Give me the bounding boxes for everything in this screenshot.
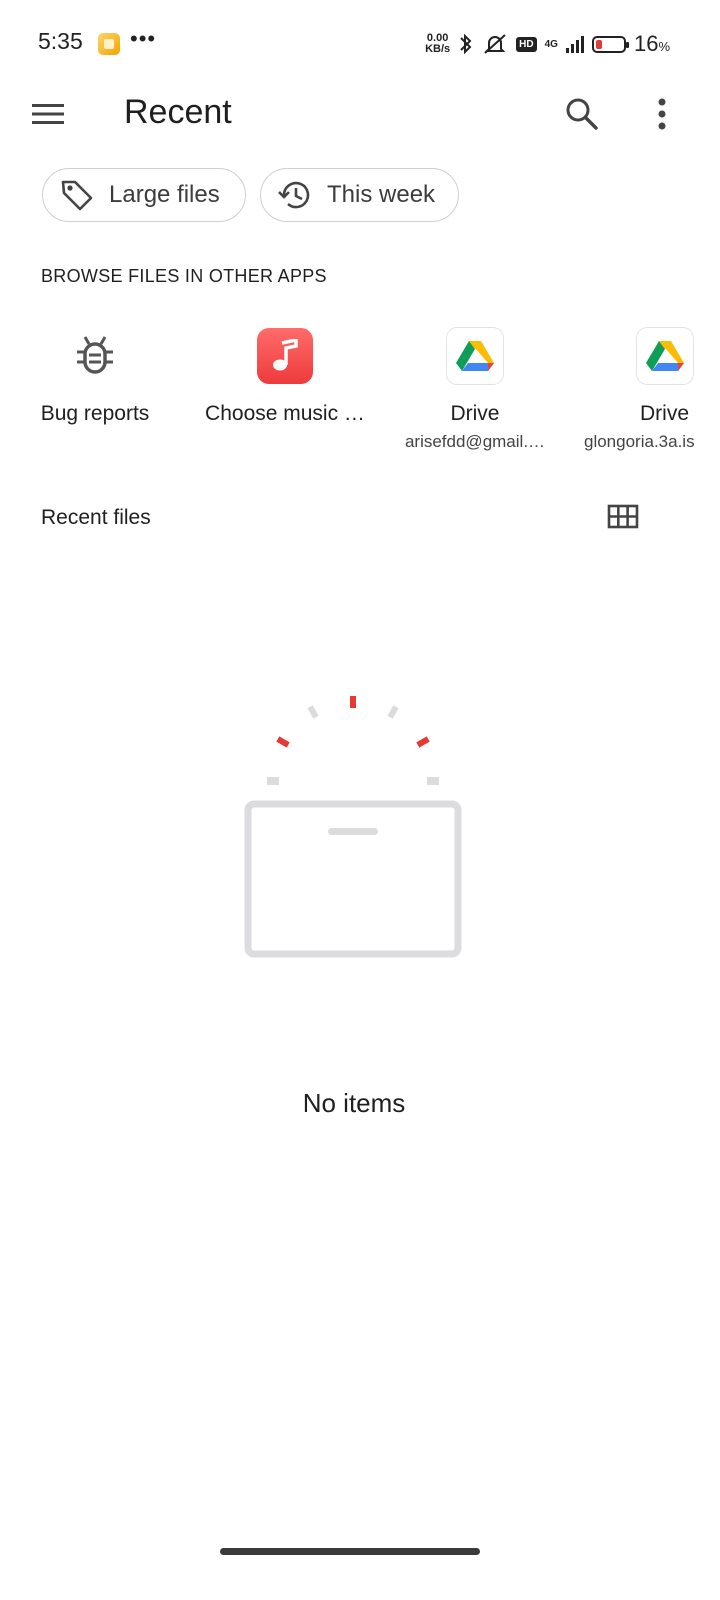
app-label: Choose music … <box>205 402 365 425</box>
battery-percent: 16% <box>634 31 670 57</box>
network-speed: 0.00 KB/s <box>425 33 450 55</box>
choose-music-shortcut[interactable]: Choose music … <box>190 328 380 426</box>
music-note-icon <box>257 328 313 384</box>
google-drive-icon <box>637 328 693 384</box>
notification-more-icon: ••• <box>130 26 157 51</box>
this-week-chip[interactable]: This week <box>260 168 459 222</box>
page-title: Recent <box>124 93 232 131</box>
battery-icon <box>591 35 629 53</box>
browse-section-title: BROWSE FILES IN OTHER APPS <box>41 266 327 286</box>
app-label: Drive <box>640 402 690 425</box>
large-files-chip[interactable]: Large files <box>42 168 246 222</box>
this-week-chip-label: This week <box>327 181 436 208</box>
menu-icon[interactable] <box>30 96 66 132</box>
bug-icon <box>77 336 113 374</box>
google-drive-icon <box>447 328 503 384</box>
app-label: Drive <box>450 402 500 425</box>
status-time: 5:35 <box>38 28 83 54</box>
network-speed-unit: KB/s <box>425 43 451 55</box>
history-icon <box>278 181 310 209</box>
more-options-icon[interactable] <box>642 94 682 134</box>
battery-percent-unit: % <box>658 39 670 54</box>
account-label: arisefdd@gmail.… <box>404 432 546 451</box>
app-label: Bug reports <box>40 402 150 425</box>
signal-icon <box>565 36 584 53</box>
battery-percent-value: 16 <box>633 31 659 56</box>
large-files-chip-label: Large files <box>109 181 220 208</box>
tag-icon <box>61 180 93 211</box>
recent-files-title: Recent files <box>41 506 151 529</box>
notification-app-icon <box>98 33 120 55</box>
network-type: 4G <box>544 38 558 50</box>
drive-shortcut-1[interactable]: Drive arisefdd@gmail.… <box>380 328 570 452</box>
empty-state-text: No items <box>302 1088 406 1118</box>
hd-badge: HD <box>516 36 537 52</box>
drive-shortcut-2[interactable]: Drive glongoria.3a.is <box>570 328 720 452</box>
home-indicator[interactable] <box>220 1548 480 1555</box>
account-label: glongoria.3a.is <box>584 432 695 451</box>
search-icon[interactable] <box>562 94 602 134</box>
bug-reports-shortcut[interactable]: Bug reports <box>0 328 190 426</box>
grid-view-icon[interactable] <box>606 502 640 532</box>
bluetooth-icon <box>460 33 472 55</box>
empty-box-illustration <box>244 696 462 958</box>
status-icons: 0.00 KB/s HD 4G 16% <box>425 30 670 58</box>
silent-bell-icon <box>484 34 506 54</box>
